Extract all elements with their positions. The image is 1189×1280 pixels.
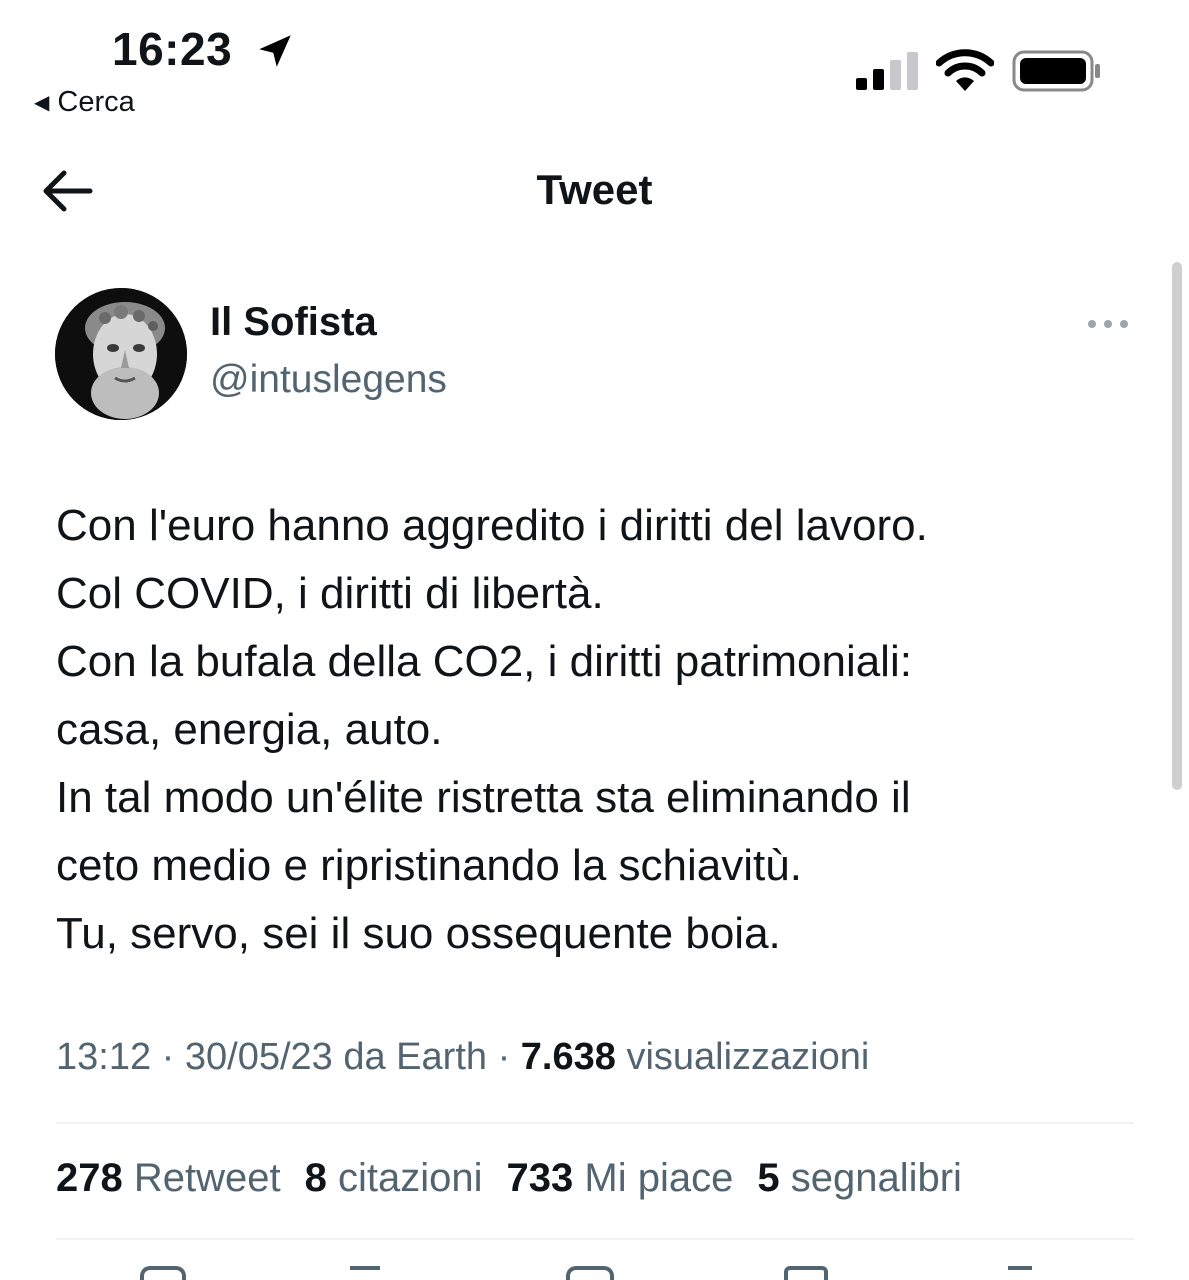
views-label-text: visualizzazioni [626, 1036, 870, 1078]
author-avatar[interactable] [55, 288, 187, 420]
author-handle[interactable]: @intuslegens [210, 358, 447, 402]
share-icon[interactable] [1008, 1266, 1032, 1280]
tweet-text-line: Con la bufala della CO2, i diritti patri… [56, 637, 912, 686]
likes-stat[interactable]: 733 Mi piace [507, 1156, 734, 1201]
tweet-detail-screen: 16:23 ◀ Cerca Tweet Il Sofista @intusleg… [0, 0, 1189, 1280]
tweet-text-line: Col COVID, i diritti di libertà. [56, 569, 604, 618]
bookmarks-stat[interactable]: 5 segnalibri [757, 1156, 962, 1201]
meta-separator: · [161, 1036, 185, 1078]
meta-separator: · [497, 1036, 521, 1078]
reply-icon[interactable] [140, 1266, 186, 1280]
views-label: visualizzazioni [626, 1036, 869, 1078]
quotes-stat[interactable]: 8 citazioni [305, 1156, 483, 1201]
back-triangle-icon: ◀ [34, 92, 50, 114]
retweets-label: Retweet [133, 1156, 281, 1200]
battery-icon [1012, 50, 1100, 92]
back-to-app-label: Cerca [57, 86, 135, 118]
action-bar [0, 1266, 1189, 1280]
like-icon[interactable] [566, 1266, 614, 1280]
tweet-source-text: da Earth [343, 1036, 488, 1078]
tweet-meta: 13:12 · 30/05/23 da Earth · 7.638 visual… [56, 1036, 869, 1079]
retweet-icon[interactable] [350, 1266, 380, 1280]
retweets-stat[interactable]: 278 Retweet [56, 1156, 281, 1201]
tweet-text-line: casa, energia, auto. [56, 705, 443, 754]
more-options-icon[interactable] [1086, 312, 1130, 336]
bust-portrait-icon [55, 288, 187, 420]
wifi-icon [936, 49, 994, 91]
bookmark-icon[interactable] [784, 1266, 828, 1280]
bookmarks-count: 5 [757, 1156, 780, 1200]
quotes-count: 8 [304, 1156, 327, 1200]
scroll-indicator [1172, 262, 1182, 790]
divider [56, 1122, 1134, 1124]
likes-count: 733 [506, 1156, 574, 1200]
tweet-source: da Earth [343, 1036, 487, 1078]
tweet-text: Con l'euro hanno aggredito i diritti del… [56, 492, 1146, 968]
tweet-text-line: ceto medio e ripristinando la schiavitù. [56, 841, 802, 890]
quotes-label: citazioni [338, 1156, 483, 1200]
views-count: 7.638 [520, 1036, 616, 1078]
tweet-text-line: In tal modo un'élite ristretta sta elimi… [56, 773, 911, 822]
back-to-app-button[interactable]: ◀ Cerca [34, 86, 135, 119]
status-time: 16:23 [112, 23, 233, 75]
tweet-time: 13:12 [56, 1036, 152, 1078]
tweet-stats: 278 Retweet 8 citazioni 733 Mi piace 5 s… [56, 1156, 962, 1201]
page-title: Tweet [536, 166, 653, 213]
tweet-text-line: Con l'euro hanno aggredito i diritti del… [56, 501, 928, 550]
tweet-text-line: Tu, servo, sei il suo ossequente boia. [56, 909, 781, 958]
bookmarks-label: segnalibri [790, 1156, 962, 1200]
cellular-signal-icon [856, 52, 918, 90]
tweet-date: 30/05/23 [184, 1036, 333, 1078]
likes-label: Mi piace [584, 1156, 734, 1200]
location-arrow-icon [259, 35, 291, 67]
retweets-count: 278 [56, 1156, 123, 1200]
divider [56, 1238, 1134, 1240]
author-name[interactable]: Il Sofista [210, 300, 377, 345]
